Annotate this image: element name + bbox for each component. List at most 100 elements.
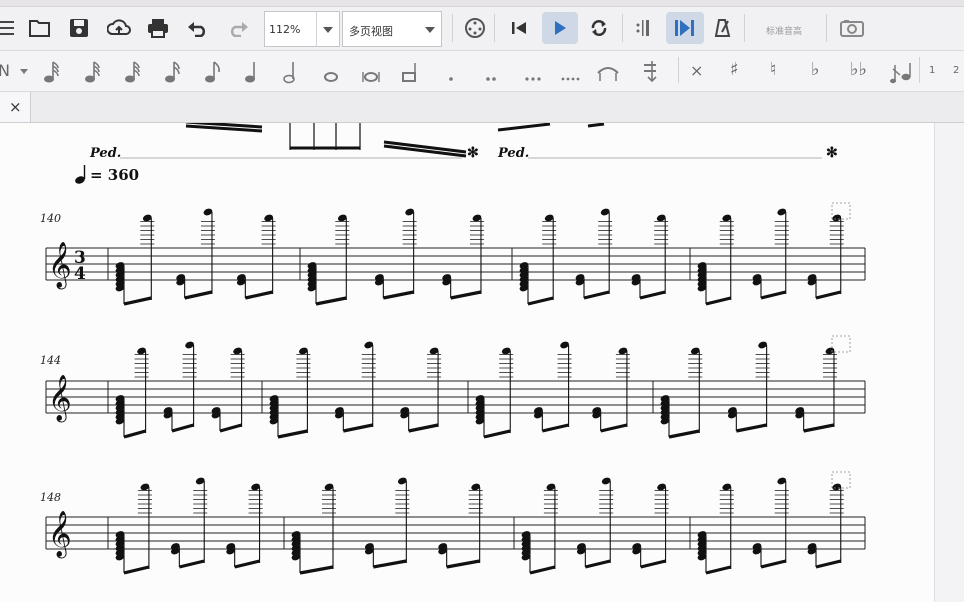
palette-divider [919,57,920,83]
rewind-icon[interactable] [503,12,535,44]
beam [815,290,842,300]
beam [299,565,334,575]
beam [277,429,308,439]
menu-bar-strip [0,0,964,7]
undo-icon[interactable] [182,12,214,44]
duration-64th-icon[interactable] [83,59,103,85]
chevron-down-icon [425,27,435,33]
beam [450,290,482,300]
new-score-icon[interactable] [0,12,24,44]
note-input-mode-button[interactable]: N [0,61,10,87]
quarter-note-icon [75,165,86,184]
cloud-upload-icon[interactable] [103,12,135,44]
selection-box [831,335,851,353]
beam [383,290,414,300]
image-capture-icon[interactable] [836,12,868,44]
note-input-toolbar: N × ♯ ♮ ♭ ♭♭ 1 2 [0,51,964,92]
beam [446,559,480,569]
mixer-dial-icon[interactable] [459,12,491,44]
play-icon [555,21,566,35]
main-toolbar: 112% 多页视图 标准音高 [0,0,964,51]
zoom-value: 112% [269,23,301,36]
quadruple-dot-icon[interactable] [560,59,582,85]
redo-icon[interactable] [222,12,254,44]
treble-clef: 𝄞 [48,375,72,423]
open-folder-icon[interactable] [24,12,56,44]
toolbar-divider [494,14,495,42]
zoom-dropdown-arrow[interactable] [316,12,339,46]
beam [123,296,152,306]
score-canvas[interactable]: 𝄞 3 4 𝄞 𝄞 [0,123,934,602]
pedal-release-marking: ✻ [467,145,479,161]
beam [760,290,787,300]
beam-fragment [185,123,263,133]
play-button[interactable] [542,12,578,44]
beam [584,559,611,569]
palette-divider [678,57,679,83]
beam [483,429,511,439]
play-repeats-icon[interactable] [627,12,659,44]
beam [815,559,842,569]
beam [184,290,213,300]
zoom-combobox[interactable]: 112% [264,11,340,47]
toolbar-divider [826,14,827,42]
tempo-text: = 360 [90,166,140,184]
beam [234,559,260,569]
close-tab-icon[interactable]: × [9,98,22,116]
metronome-icon[interactable] [707,12,739,44]
beam [705,296,732,306]
duration-16th-icon[interactable] [163,59,183,85]
measure-number: 148 [40,491,61,504]
measure-number: 144 [40,354,61,367]
voice-1-button[interactable]: 1 [929,65,935,91]
beam [668,429,700,439]
save-icon[interactable] [63,12,95,44]
double-dot-icon[interactable] [484,59,500,85]
duration-quarter-icon[interactable] [243,59,263,85]
beam [600,423,628,433]
duration-longa-icon[interactable] [400,59,420,85]
beam [541,423,569,433]
duration-half-icon[interactable] [282,59,302,85]
pedal-marking: Ped. [90,146,122,161]
tie-icon[interactable] [596,59,622,85]
score-notation: 𝄞 34𝄞𝄞 [45,123,866,575]
note-input-mode-dropdown[interactable] [18,57,30,83]
voice-2-button[interactable]: 2 [953,65,959,91]
beam [705,565,732,575]
beam [315,296,347,306]
toolbar-divider [744,14,745,42]
score-tab[interactable]: × [0,92,31,122]
loop-playback-icon[interactable] [583,12,615,44]
beam [123,565,150,575]
duration-32nd-icon[interactable] [123,59,143,85]
flip-direction-icon[interactable] [640,59,664,85]
print-icon[interactable] [142,12,174,44]
beam-fragment [383,140,467,158]
pedal-marking: Ped. [498,146,530,161]
beam-fragment [497,123,605,132]
beam [373,559,407,569]
concert-pitch-toggle[interactable]: 标准音高 [766,24,802,37]
beam [639,290,666,300]
duration-128th-icon[interactable] [42,59,62,85]
beam [123,429,147,439]
beam [527,296,554,306]
tempo-marking: = 360 [75,165,140,184]
stem-fragment [289,123,361,150]
beam [640,559,666,569]
pan-score-button[interactable] [666,12,704,44]
beam [760,559,787,569]
duration-whole-icon[interactable] [321,59,341,85]
toolbar-divider [452,14,453,42]
duration-breve-icon[interactable] [360,59,382,85]
beam [219,423,243,433]
treble-clef: 𝄞 [48,242,72,290]
view-mode-select[interactable]: 多页视图 [342,11,442,47]
triple-dot-icon[interactable] [524,59,544,85]
grace-note-icon[interactable] [890,59,914,85]
duration-eighth-icon[interactable] [203,59,223,85]
augmentation-dot-icon[interactable] [446,59,458,85]
vertical-scrollbar[interactable] [934,123,964,602]
score-tab-bar: × [0,92,964,123]
